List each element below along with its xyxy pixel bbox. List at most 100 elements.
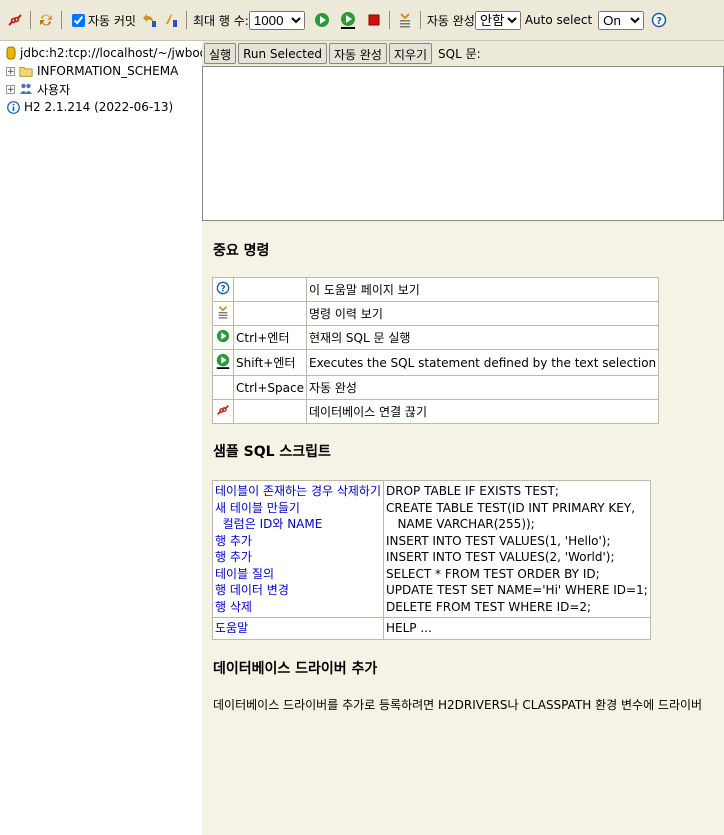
autoselect-select[interactable]: On xyxy=(598,10,645,30)
help-link-cell: 도움말 xyxy=(211,617,385,640)
expand-icon[interactable]: + xyxy=(6,84,15,94)
commit-icon[interactable] xyxy=(162,11,180,29)
expand-icon[interactable]: + xyxy=(6,66,15,76)
refresh-icon[interactable] xyxy=(37,11,55,29)
toolbar-separator xyxy=(61,11,62,29)
tree-users[interactable]: + 사용자 xyxy=(0,80,202,98)
tree-version: H2 2.1.214 (2022-06-13) xyxy=(0,98,202,116)
schema-label: INFORMATION_SCHEMA xyxy=(37,64,179,78)
command-desc: 명령 이력 보기 xyxy=(305,301,660,326)
folder-icon xyxy=(19,64,33,78)
toolbar-separator xyxy=(185,11,187,29)
sql-line: SELECT * FROM TEST ORDER BY ID; xyxy=(386,566,600,581)
svg-text:?: ? xyxy=(220,285,225,295)
important-commands-title: 중요 명령 xyxy=(213,243,270,259)
table-row: 도움말 HELP ... xyxy=(211,617,651,640)
object-tree: jdbc:h2:tcp://localhost/~/jwbookdb + INF… xyxy=(0,41,202,835)
sql-input[interactable] xyxy=(202,66,724,221)
rollback-icon[interactable] xyxy=(140,11,158,29)
sample-link-delete[interactable]: 행 삭제 xyxy=(215,599,381,616)
disconnect-icon xyxy=(212,399,234,424)
table-row: Shift+엔터 Executes the SQL statement defi… xyxy=(212,349,660,376)
autocomplete-select[interactable]: 안함 xyxy=(474,10,521,30)
table-row: 데이터베이스 연결 끊기 xyxy=(212,399,660,424)
command-key xyxy=(233,301,307,326)
autocomplete-label: 자동 완성 xyxy=(426,13,475,28)
sample-sql: DROP TABLE IF EXISTS TEST; CREATE TABLE … xyxy=(383,480,651,618)
svg-text:?: ? xyxy=(656,16,662,27)
clear-button[interactable]: 지우기 xyxy=(388,43,433,64)
sql-line: NAME VARCHAR(255)); xyxy=(386,517,535,531)
command-desc: Executes the SQL statement defined by th… xyxy=(305,349,660,376)
stop-icon[interactable] xyxy=(365,11,383,29)
table-row: ? 이 도움말 페이지 보기 xyxy=(212,277,660,302)
sql-line: DROP TABLE IF EXISTS TEST; xyxy=(386,484,559,498)
sql-line: CREATE TABLE TEST(ID INT PRIMARY KEY, xyxy=(386,500,636,515)
sample-link-select[interactable]: 테이블 질의 xyxy=(215,566,381,583)
sample-labels: 테이블이 존재하는 경우 삭제하기 새 테이블 만들기 컬럼은 ID와 NAME… xyxy=(211,480,385,618)
max-rows-label: 최대 행 수: xyxy=(192,13,249,28)
autocomplete-button[interactable]: 자동 완성 xyxy=(328,43,387,64)
driver-text: 데이터베이스 드라이버를 추가로 등록하려면 H2DRIVERS나 CLASSP… xyxy=(213,698,703,712)
query-toolbar: 실행 Run Selected 자동 완성 지우기 SQL 문: xyxy=(202,41,724,66)
sql-line: INSERT INTO TEST VALUES(1, 'Hello'); xyxy=(386,533,611,548)
query-panel: 실행 Run Selected 자동 완성 지우기 SQL 문: xyxy=(202,41,724,221)
sql-line: UPDATE TEST SET NAME='Hi' WHERE ID=1; xyxy=(386,583,648,597)
commands-table: ? 이 도움말 페이지 보기 명령 이력 보기 Ctrl+엔터 현재의 SQL … xyxy=(212,277,660,424)
users-label: 사용자 xyxy=(37,82,71,97)
sample-sql-table: 테이블이 존재하는 경우 삭제하기 새 테이블 만들기 컬럼은 ID와 NAME… xyxy=(211,480,651,640)
sql-line: DELETE FROM TEST WHERE ID=2; xyxy=(386,599,592,614)
command-desc: 이 도움말 페이지 보기 xyxy=(305,277,660,302)
sample-link-create[interactable]: 새 테이블 만들기 xyxy=(215,500,381,517)
table-row: 명령 이력 보기 xyxy=(212,301,660,326)
max-rows-select[interactable]: 1000 xyxy=(248,10,305,30)
help-icon[interactable]: ? xyxy=(650,11,668,29)
connection-label: jdbc:h2:tcp://localhost/~/jwbookdb xyxy=(20,46,202,60)
sql-line: INSERT INTO TEST VALUES(2, 'World'); xyxy=(386,550,615,564)
help-panel: 중요 명령 ? 이 도움말 페이지 보기 명령 이력 보기 Ctrl+엔터 현재… xyxy=(202,221,724,835)
command-desc: 데이터베이스 연결 끊기 xyxy=(305,399,660,424)
command-key: Shift+엔터 xyxy=(233,349,307,376)
autocommit-checkbox[interactable] xyxy=(72,13,85,27)
command-desc: 자동 완성 xyxy=(305,375,660,400)
history-icon[interactable] xyxy=(396,11,414,29)
info-icon xyxy=(6,100,20,114)
run-selected-icon[interactable] xyxy=(339,11,357,29)
sample-link-help[interactable]: 도움말 xyxy=(215,620,381,637)
toolbar: 자동 커밋 최대 행 수: 1000 자동 완성 안함 Auto select … xyxy=(0,0,724,41)
command-key: Ctrl+Space xyxy=(233,375,307,400)
command-key xyxy=(233,399,307,424)
sample-link-update[interactable]: 행 데이터 변경 xyxy=(215,582,381,599)
toolbar-separator xyxy=(419,11,421,29)
command-key: Ctrl+엔터 xyxy=(233,325,307,350)
driver-title: 데이터베이스 드라이버 추가 xyxy=(213,661,378,677)
database-icon xyxy=(6,46,16,60)
empty-icon-cell xyxy=(212,375,234,400)
autocommit-label: 자동 커밋 xyxy=(88,13,136,28)
run-selected-icon xyxy=(212,349,234,376)
table-row: 테이블이 존재하는 경우 삭제하기 새 테이블 만들기 컬럼은 ID와 NAME… xyxy=(211,480,651,618)
run-icon[interactable] xyxy=(313,11,331,29)
table-row: Ctrl+엔터 현재의 SQL 문 실행 xyxy=(212,325,660,350)
disconnect-icon[interactable] xyxy=(6,11,24,29)
sql-line: HELP ... xyxy=(386,621,432,635)
tree-connection[interactable]: jdbc:h2:tcp://localhost/~/jwbookdb xyxy=(0,44,202,62)
sample-link-insert-2[interactable]: 행 추가 xyxy=(215,549,381,566)
help-icon: ? xyxy=(212,277,234,302)
version-label: H2 2.1.214 (2022-06-13) xyxy=(24,100,174,114)
table-row: Ctrl+Space 자동 완성 xyxy=(212,375,660,400)
autoselect-label: Auto select xyxy=(524,13,593,27)
sample-link-insert-1[interactable]: 행 추가 xyxy=(215,533,381,550)
command-desc: 현재의 SQL 문 실행 xyxy=(305,325,660,350)
run-selected-button[interactable]: Run Selected xyxy=(238,43,327,64)
users-icon xyxy=(19,82,33,96)
sample-link-drop[interactable]: 테이블이 존재하는 경우 삭제하기 xyxy=(215,483,381,500)
sample-link-columns[interactable]: 컬럼은 ID와 NAME xyxy=(215,516,381,533)
run-icon xyxy=(212,325,234,350)
tree-information-schema[interactable]: + INFORMATION_SCHEMA xyxy=(0,62,202,80)
sql-label: SQL 문: xyxy=(438,47,481,61)
history-icon xyxy=(212,301,234,326)
toolbar-separator xyxy=(30,11,31,29)
toolbar-separator xyxy=(388,11,390,29)
run-button[interactable]: 실행 xyxy=(204,43,237,64)
